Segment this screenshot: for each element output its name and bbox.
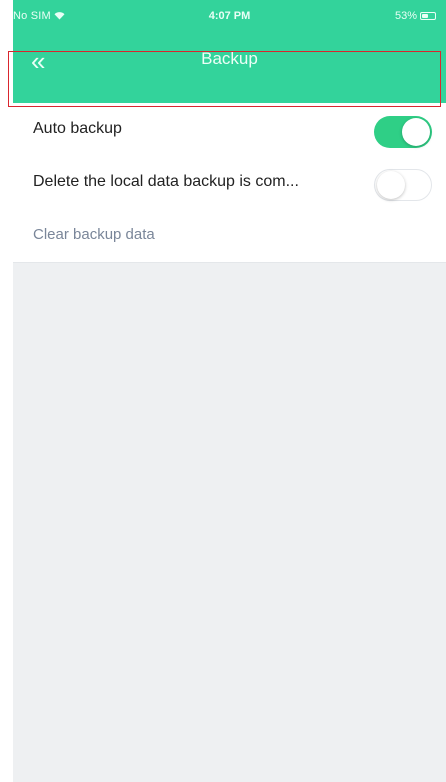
phone-screen: No SIM 4:07 PM 53% « Backup Auto backup — [13, 0, 446, 782]
toggle-knob — [402, 118, 430, 146]
navigation-bar: « Backup — [13, 40, 446, 103]
setting-row-auto-backup: Auto backup — [13, 103, 446, 157]
delete-local-label: Delete the local data backup is com... — [33, 173, 299, 190]
setting-row-delete-local: Delete the local data backup is com... — [13, 156, 446, 210]
page-title: Backup — [201, 49, 258, 68]
clear-backup-label: Clear backup data — [33, 226, 155, 243]
status-time: 4:07 PM — [208, 10, 251, 22]
auto-backup-toggle[interactable] — [374, 116, 432, 148]
app-header: No SIM 4:07 PM 53% « Backup — [13, 0, 446, 103]
battery-icon — [420, 12, 436, 20]
battery-percent: 53% — [394, 10, 417, 22]
toggle-knob — [377, 171, 405, 199]
status-right: 53% — [395, 10, 436, 22]
status-bar: No SIM 4:07 PM 53% — [13, 0, 446, 40]
auto-backup-label: Auto backup — [33, 120, 122, 137]
delete-local-toggle[interactable] — [374, 169, 432, 201]
setting-row-clear-backup[interactable]: Clear backup data — [13, 209, 446, 263]
